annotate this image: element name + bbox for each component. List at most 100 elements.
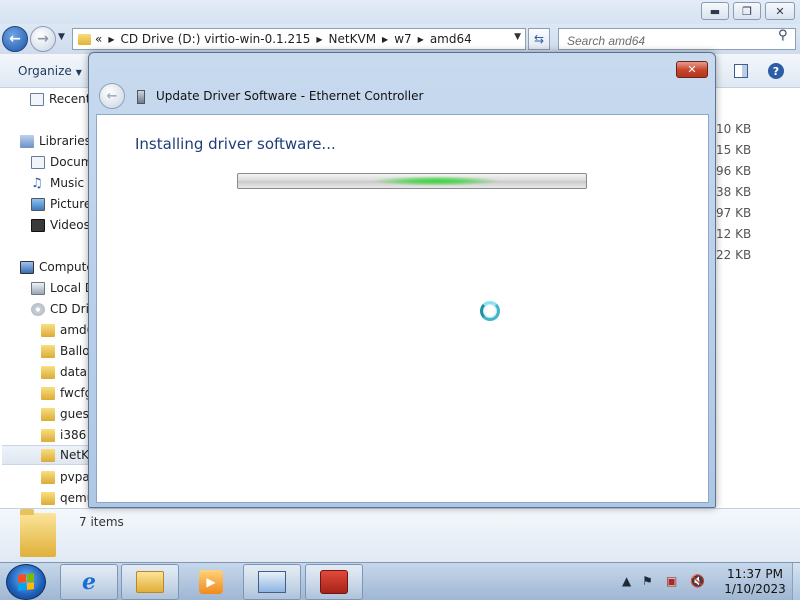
cd-drive-icon: [31, 302, 45, 316]
network-disconnected-icon[interactable]: ▣: [666, 574, 677, 588]
dialog-content: Installing driver software...: [96, 114, 709, 503]
nav-item-cd-drive[interactable]: CD Driv: [31, 299, 96, 319]
refresh-button[interactable]: ⇆: [528, 28, 550, 50]
close-button[interactable]: ✕: [765, 2, 795, 20]
nav-folder[interactable]: Ballo: [41, 341, 90, 361]
nav-label: Recent: [49, 92, 91, 106]
minimize-icon: ▬: [709, 4, 721, 18]
system-tray: ▲ ⚑ ▣ 🔇 11:37 PM 1/10/2023: [616, 563, 800, 600]
nav-label: Docum: [50, 155, 93, 169]
nav-folder[interactable]: data: [41, 362, 87, 382]
help-icon[interactable]: ?: [768, 63, 784, 79]
folder-icon: [41, 344, 55, 358]
nav-label: i386: [60, 428, 87, 442]
nav-folder[interactable]: i386: [41, 425, 86, 445]
breadcrumb-netkvm[interactable]: NetKVM: [329, 32, 377, 46]
chevron-down-icon: ▼: [75, 68, 82, 77]
nav-folder[interactable]: guest: [41, 404, 94, 424]
search-input[interactable]: [558, 28, 796, 50]
nav-label: Picture: [50, 197, 92, 211]
recent-pages-dropdown[interactable]: ▼: [58, 32, 65, 42]
media-player-icon: ▶: [199, 570, 223, 594]
breadcrumb-separator-icon[interactable]: ▶: [418, 35, 424, 44]
search-icon[interactable]: ⚲: [778, 28, 788, 43]
recent-places-icon: [30, 92, 44, 106]
nav-folder[interactable]: fwcfg: [41, 383, 92, 403]
taskbar-windows-explorer[interactable]: [121, 564, 179, 600]
taskbar-setup[interactable]: [305, 564, 363, 600]
breadcrumb-overflow[interactable]: «: [95, 32, 102, 46]
nav-label: Libraries: [39, 134, 91, 148]
items-count: 7 items: [79, 515, 124, 529]
explorer-titlebar: ▬ ❐ ✕: [0, 0, 800, 24]
details-pane: 7 items: [0, 508, 800, 562]
libraries-icon: [20, 134, 34, 148]
computer-icon: [20, 260, 34, 274]
action-center-flag-icon[interactable]: ⚑: [642, 574, 653, 588]
device-manager-icon: [258, 571, 286, 593]
nav-item-libraries[interactable]: Libraries: [20, 131, 91, 151]
nav-label: data: [60, 365, 88, 379]
folder-icon: [41, 323, 55, 337]
dialog-title: Update Driver Software - Ethernet Contro…: [156, 89, 424, 103]
back-button[interactable]: ←: [2, 26, 28, 52]
organize-menu[interactable]: Organize ▼: [18, 64, 82, 78]
nav-item-pictures[interactable]: Picture: [31, 194, 91, 214]
address-bar[interactable]: « ▶ CD Drive (D:) virtio-win-0.1.215 ▶ N…: [72, 28, 526, 50]
nav-item-videos[interactable]: Videos: [31, 215, 90, 235]
breadcrumb-cd-drive[interactable]: CD Drive (D:) virtio-win-0.1.215: [121, 32, 311, 46]
folder-icon: [41, 407, 55, 421]
organize-label: Organize: [18, 64, 72, 78]
nav-item-recent[interactable]: Recent: [30, 89, 90, 109]
nav-folder-selected[interactable]: NetK: [2, 445, 92, 465]
preview-pane-icon[interactable]: [734, 64, 748, 78]
close-icon: ✕: [775, 4, 785, 18]
clock-time: 11:37 PM: [727, 567, 783, 581]
dialog-back-button[interactable]: ←: [99, 83, 125, 109]
nav-item-computer[interactable]: Compute: [20, 257, 94, 277]
breadcrumb-separator-icon[interactable]: ▶: [316, 35, 322, 44]
progress-bar-glow: [371, 176, 502, 186]
dialog-close-button[interactable]: ✕: [676, 61, 708, 78]
nav-item-music[interactable]: ♫ Music: [31, 173, 84, 193]
breadcrumb-amd64[interactable]: amd64: [430, 32, 472, 46]
update-driver-dialog: ✕ ← Update Driver Software - Ethernet Co…: [88, 52, 716, 508]
nav-item-local-disk[interactable]: Local D: [31, 278, 94, 298]
maximize-button[interactable]: ❐: [733, 2, 761, 20]
close-icon: ✕: [687, 63, 697, 76]
forward-button[interactable]: →: [30, 26, 56, 52]
show-desktop-button[interactable]: [792, 563, 800, 600]
minimize-button[interactable]: ▬: [701, 2, 729, 20]
show-hidden-icons-icon[interactable]: ▲: [622, 574, 631, 588]
file-size: 10 KB: [716, 122, 752, 136]
address-row: ← → ▼ « ▶ CD Drive (D:) virtio-win-0.1.2…: [0, 24, 800, 54]
volume-muted-icon[interactable]: 🔇: [690, 574, 705, 588]
toolbox-icon: [320, 570, 348, 594]
breadcrumb-separator-icon[interactable]: ▶: [382, 35, 388, 44]
taskbar-device-manager[interactable]: [243, 564, 301, 600]
nav-folder[interactable]: qemu: [41, 488, 94, 508]
address-dropdown-icon[interactable]: ▼: [514, 32, 521, 42]
pictures-icon: [31, 197, 45, 211]
file-size: 22 KB: [716, 248, 752, 262]
back-arrow-icon: ←: [9, 31, 21, 47]
nav-label: Videos: [50, 218, 90, 232]
nav-item-documents[interactable]: Docum: [31, 152, 92, 172]
folder-icon: [78, 33, 91, 45]
progress-bar: [237, 173, 587, 189]
clock[interactable]: 11:37 PM 1/10/2023: [720, 567, 790, 597]
folder-icon: [20, 509, 56, 557]
nav-folder[interactable]: pvpa: [41, 467, 90, 487]
taskbar-media-player[interactable]: ▶: [182, 564, 240, 600]
file-size: 96 KB: [716, 164, 752, 178]
taskbar: e ▶ ▲ ⚑ ▣ 🔇 11:37 PM 1/10/2023: [0, 562, 800, 600]
nav-label: Ballo: [60, 344, 90, 358]
start-button[interactable]: [6, 564, 46, 600]
breadcrumb-w7[interactable]: w7: [394, 32, 411, 46]
forward-arrow-icon: →: [37, 31, 49, 47]
nav-folder[interactable]: amd6: [41, 320, 94, 340]
network-adapter-icon: [137, 90, 145, 104]
taskbar-internet-explorer[interactable]: e: [60, 564, 118, 600]
hard-drive-icon: [31, 281, 45, 295]
navigation-pane: Recent Libraries Docum ♫ Music Picture V…: [0, 88, 96, 508]
